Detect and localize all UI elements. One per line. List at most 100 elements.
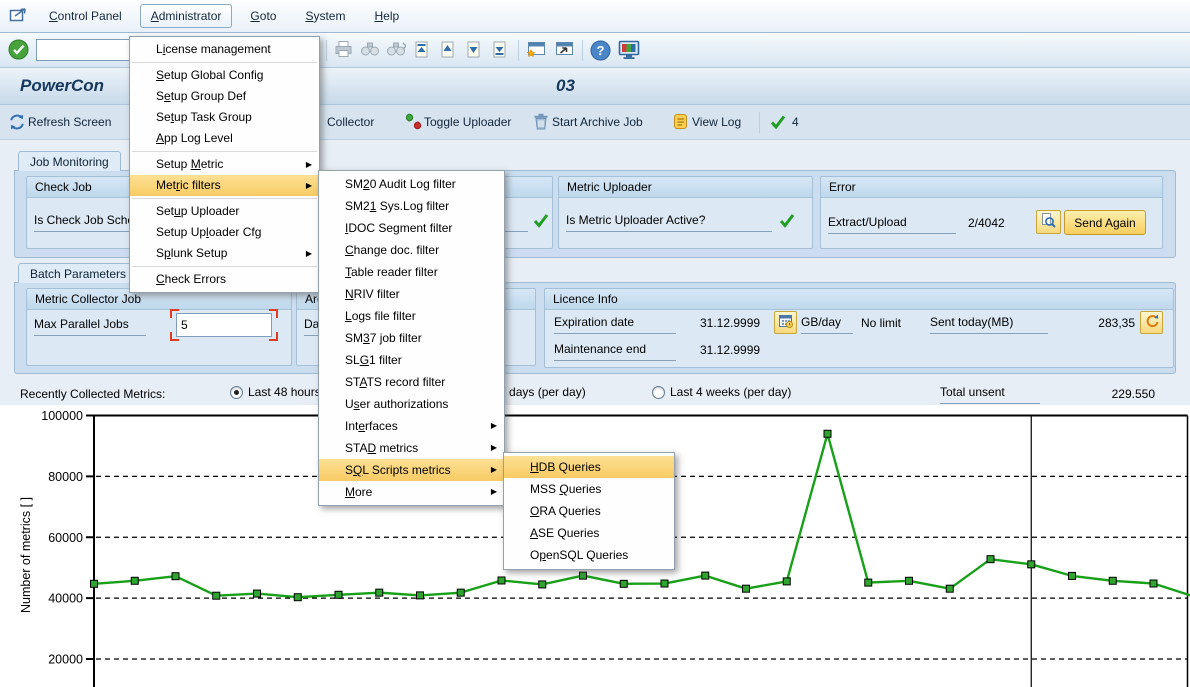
metric-uploader-field-label: Is Metric Uploader Active? xyxy=(566,213,772,232)
check-icon xyxy=(770,115,786,132)
collector-button[interactable]: Collector xyxy=(327,115,374,129)
menu-item-change-doc-filter[interactable]: Change doc. filter xyxy=(319,239,504,261)
menu-item-setup-uploader-cfg[interactable]: Setup Uploader Cfg xyxy=(130,222,319,243)
data-point-marker xyxy=(1069,572,1076,579)
shortcut-icon[interactable] xyxy=(554,40,575,62)
new-session-icon[interactable] xyxy=(526,40,547,62)
job-monitoring-tab[interactable]: Job Monitoring xyxy=(18,151,121,171)
menu-item-opensql-queries[interactable]: OpenSQL Queries xyxy=(504,544,674,566)
print-icon[interactable] xyxy=(334,40,353,61)
date-history-button[interactable] xyxy=(774,311,797,334)
layout-icon[interactable] xyxy=(618,40,640,63)
data-point-marker xyxy=(987,556,994,563)
toggle-uploader-button[interactable]: Toggle Uploader xyxy=(424,115,511,129)
menu-item-mss-queries[interactable]: MSS Queries xyxy=(504,478,674,500)
maintenance-end-label: Maintenance end xyxy=(554,342,676,361)
menu-item-check-errors[interactable]: Check Errors xyxy=(130,269,319,290)
menu-item-ase-queries[interactable]: ASE Queries xyxy=(504,522,674,544)
menu-item-sm37-job-filter[interactable]: SM37 job filter xyxy=(319,327,504,349)
menu-item-metric-filters[interactable]: Metric filters▶ xyxy=(130,175,319,196)
menu-item-splunk-setup[interactable]: Splunk Setup▶ xyxy=(130,243,319,264)
find-next-icon[interactable] xyxy=(386,40,406,61)
submenu-arrow-icon: ▶ xyxy=(306,154,312,175)
menubar-item-control-panel[interactable]: Control Panel xyxy=(38,4,133,28)
menu-item-more[interactable]: More▶ xyxy=(319,481,504,503)
enter-icon[interactable] xyxy=(8,39,29,63)
view-log-button[interactable]: View Log xyxy=(692,115,741,129)
menu-item-hdb-queries[interactable]: HDB Queries xyxy=(504,456,674,478)
menu-item-setup-group-def[interactable]: Setup Group Def xyxy=(130,86,319,107)
data-point-marker xyxy=(702,572,709,579)
submenu-arrow-icon: ▶ xyxy=(491,437,497,459)
help-icon[interactable]: ? xyxy=(590,40,611,64)
menubar-items: Control PanelAdministratorGotoSystemHelp xyxy=(38,9,417,23)
page-title-right: 03 xyxy=(556,76,575,96)
data-point-marker xyxy=(376,589,383,596)
menu-item-interfaces[interactable]: Interfaces▶ xyxy=(319,415,504,437)
focus-corner xyxy=(269,332,278,341)
data-point-marker xyxy=(91,580,98,587)
focus-corner xyxy=(170,332,179,341)
find-icon[interactable] xyxy=(360,40,380,61)
menu-item-sm20-audit-log-filter[interactable]: SM20 Audit Log filter xyxy=(319,173,504,195)
radio-last-48-hours[interactable]: Last 48 hours xyxy=(230,385,321,399)
menu-separator xyxy=(132,62,317,63)
recently-collected-label: Recently Collected Metrics: xyxy=(20,387,165,401)
status-count: 4 xyxy=(792,115,799,129)
menu-item-app-log-level[interactable]: App Log Level xyxy=(130,128,319,149)
svg-text:60000: 60000 xyxy=(48,531,83,545)
refresh-screen-button[interactable]: Refresh Screen xyxy=(28,115,111,129)
max-parallel-jobs-label: Max Parallel Jobs xyxy=(34,317,146,336)
menu-item-idoc-segment-filter[interactable]: IDOC Segment filter xyxy=(319,217,504,239)
max-parallel-jobs-field-focus xyxy=(170,309,278,341)
menu-item-setup-metric[interactable]: Setup Metric▶ xyxy=(130,154,319,175)
max-parallel-jobs-input[interactable] xyxy=(176,313,272,337)
first-page-icon[interactable] xyxy=(412,40,431,62)
page-title-left: PowerCon xyxy=(20,76,104,96)
submenu-arrow-icon: ▶ xyxy=(491,459,497,481)
page-down-icon[interactable] xyxy=(464,40,483,62)
data-point-marker xyxy=(661,580,668,587)
menu-item-setup-task-group[interactable]: Setup Task Group xyxy=(130,107,319,128)
green-check-icon xyxy=(533,213,549,231)
menu-item-sql-scripts-metrics[interactable]: SQL Scripts metrics▶ xyxy=(319,459,504,481)
menubar-item-goto[interactable]: Goto xyxy=(239,4,287,28)
svg-text:40000: 40000 xyxy=(48,592,83,606)
administrator-menu: License managementSetup Global ConfigSet… xyxy=(129,36,320,293)
menu-item-stad-metrics[interactable]: STAD metrics▶ xyxy=(319,437,504,459)
resend-button[interactable] xyxy=(1140,311,1163,334)
menu-item-ora-queries[interactable]: ORA Queries xyxy=(504,500,674,522)
menu-item-sm21-sys-log-filter[interactable]: SM21 Sys.Log filter xyxy=(319,195,504,217)
menu-item-setup-uploader[interactable]: Setup Uploader xyxy=(130,201,319,222)
total-unsent-value: 229.550 xyxy=(1090,387,1155,401)
radio-last-4-weeks[interactable]: Last 4 weeks (per day) xyxy=(652,385,791,399)
menu-item-license-management[interactable]: License management xyxy=(130,39,319,60)
radio-circle-icon xyxy=(652,386,665,399)
sent-today-value: 283,35 xyxy=(1060,316,1135,330)
menu-item-stats-record-filter[interactable]: STATS record filter xyxy=(319,371,504,393)
display-log-button[interactable] xyxy=(1036,210,1061,234)
submenu-arrow-icon: ▶ xyxy=(306,243,312,264)
data-point-marker xyxy=(335,591,342,598)
menu-item-user-authorizations[interactable]: User authorizations xyxy=(319,393,504,415)
menubar-item-help[interactable]: Help xyxy=(363,4,410,28)
radio-circle-icon xyxy=(230,386,243,399)
data-point-marker xyxy=(906,577,913,584)
menubar-item-system[interactable]: System xyxy=(294,4,356,28)
toggle-uploader-icon xyxy=(405,113,422,133)
menubar-item-administrator[interactable]: Administrator xyxy=(140,4,233,28)
last-page-icon[interactable] xyxy=(490,40,509,62)
page-up-icon[interactable] xyxy=(438,40,457,62)
menu-item-setup-global-config[interactable]: Setup Global Config xyxy=(130,65,319,86)
sap-gui-window: Control Panel AdministratorGoto System Help xyxy=(0,0,1190,687)
send-again-button[interactable]: Send Again xyxy=(1064,210,1146,235)
licence-info-header: Licence Info xyxy=(545,289,1173,310)
start-archive-job-button[interactable]: Start Archive Job xyxy=(552,115,643,129)
menu-item-slg1-filter[interactable]: SLG1 filter xyxy=(319,349,504,371)
metric-uploader-header: Metric Uploader xyxy=(559,177,812,198)
menu-item-logs-file-filter[interactable]: Logs file filter xyxy=(319,305,504,327)
menu-item-table-reader-filter[interactable]: Table reader filter xyxy=(319,261,504,283)
batch-parameters-tab[interactable]: Batch Parameters xyxy=(18,263,138,283)
interaction-icon[interactable] xyxy=(9,7,28,26)
menu-item-nriv-filter[interactable]: NRIV filter xyxy=(319,283,504,305)
